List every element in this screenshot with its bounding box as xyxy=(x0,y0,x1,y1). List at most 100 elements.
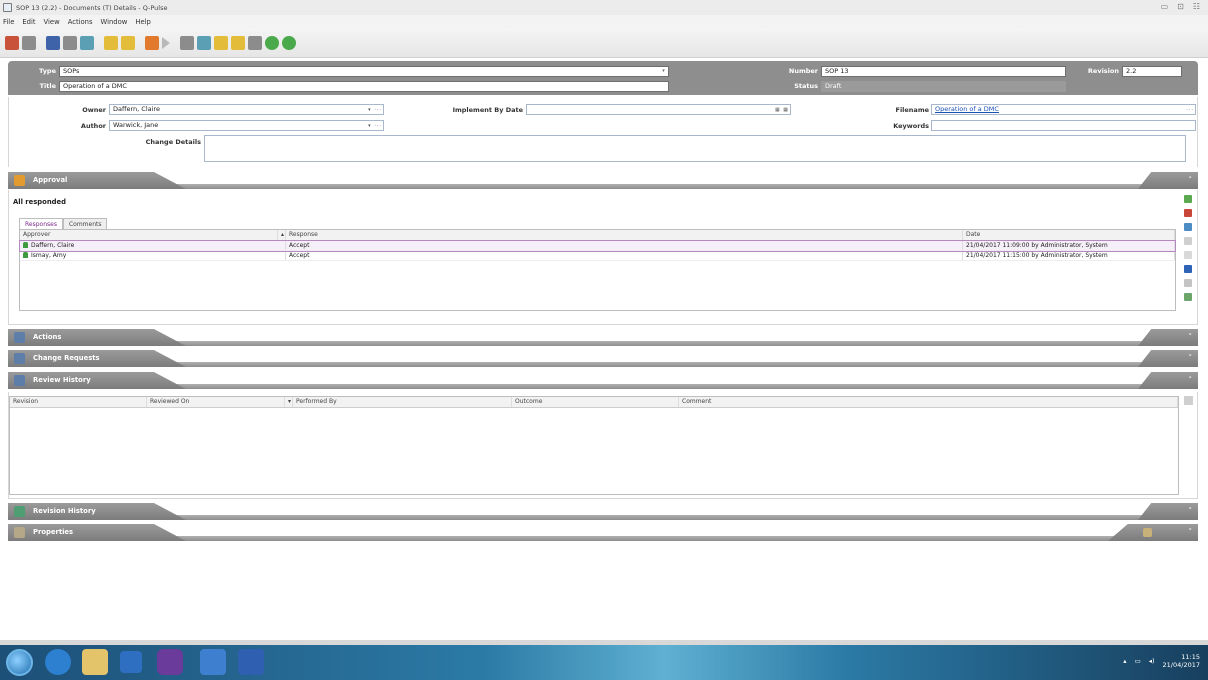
filename-link[interactable]: Operation of a DMC xyxy=(935,105,999,113)
column-revision[interactable]: Revision xyxy=(10,397,147,407)
system-tray: ▴ ▭ ◂) 11:15 21/04/2017 xyxy=(1123,653,1200,669)
menu-file[interactable]: File xyxy=(3,18,14,26)
lookup-icon[interactable]: ▾ ··· xyxy=(368,122,382,131)
section-approval[interactable]: Approval ˄ xyxy=(8,172,1198,189)
internet-explorer-icon[interactable] xyxy=(45,649,71,675)
clock[interactable]: 11:15 21/04/2017 xyxy=(1163,653,1200,669)
menu-actions[interactable]: Actions xyxy=(68,18,93,26)
number-field[interactable]: SOP 13 xyxy=(821,66,1066,77)
add-review-icon[interactable] xyxy=(1184,396,1193,405)
author-label: Author xyxy=(80,122,106,130)
column-performed-by[interactable]: Performed By xyxy=(293,397,512,407)
play-icon[interactable] xyxy=(162,36,170,49)
outlook-icon[interactable] xyxy=(200,649,226,675)
menu-help[interactable]: Help xyxy=(135,18,151,26)
menu-view[interactable]: View xyxy=(44,18,60,26)
preview-icon[interactable] xyxy=(80,35,94,50)
section-revision-history[interactable]: Revision History ˅ xyxy=(8,503,1198,520)
column-reviewed-on[interactable]: Reviewed On xyxy=(147,397,285,407)
save-icon[interactable] xyxy=(46,35,60,50)
restore-button[interactable]: ⊡ xyxy=(1177,2,1184,11)
implement-by-date-field[interactable]: ▦ ▦ xyxy=(526,104,791,115)
tag-icon[interactable] xyxy=(248,35,262,50)
toolbar xyxy=(0,28,1208,58)
user-icon xyxy=(23,242,28,248)
section-title-review-history: Review History xyxy=(33,376,91,384)
minimize-button[interactable]: ▭ xyxy=(1161,2,1169,11)
filename-field[interactable]: Operation of a DMC ··· xyxy=(931,104,1196,115)
chevron-down-icon[interactable]: ˅ xyxy=(1189,528,1193,536)
owner-value: Daffern, Claire xyxy=(113,105,160,113)
revision-field[interactable]: 2.2 xyxy=(1122,66,1182,77)
chevron-down-icon[interactable]: ˅ xyxy=(1189,507,1193,515)
file-explorer-icon[interactable] xyxy=(82,649,108,675)
column-approver[interactable]: Approver xyxy=(20,230,278,240)
network-icon[interactable]: ▭ xyxy=(1135,657,1141,665)
review-history-panel: Revision Reviewed On ▾ Performed By Outc… xyxy=(8,392,1198,499)
export-icon[interactable] xyxy=(121,35,135,50)
window-titlebar: SOP 13 (2.2) - Documents (T) Details - Q… xyxy=(0,0,1208,15)
note-icon[interactable] xyxy=(231,35,245,50)
section-bar xyxy=(8,384,1198,389)
doc-icon[interactable] xyxy=(1184,251,1192,259)
tray-arrow-icon[interactable]: ▴ xyxy=(1123,657,1126,665)
copy-icon[interactable] xyxy=(1184,279,1192,287)
remove-approver-icon[interactable] xyxy=(1184,209,1192,217)
sign-icon[interactable] xyxy=(1184,265,1192,273)
chevron-down-icon[interactable]: ▾ xyxy=(660,68,667,75)
author-select[interactable]: Warwick, Jane ▾ ··· xyxy=(109,120,384,131)
start-button[interactable] xyxy=(6,649,33,676)
user-icon[interactable] xyxy=(145,35,159,50)
excel-icon[interactable] xyxy=(1184,293,1192,301)
section-tab-right xyxy=(1108,524,1198,541)
section-title-approval: Approval xyxy=(33,176,68,184)
menu-window[interactable]: Window xyxy=(101,18,128,26)
column-comment[interactable]: Comment xyxy=(679,397,1178,407)
detail-form: Owner Daffern, Claire ▾ ··· Author Warwi… xyxy=(8,97,1198,167)
number-label: Number xyxy=(788,67,818,75)
column-response[interactable]: Response xyxy=(286,230,963,240)
table-row[interactable]: Ismay, Amy Accept 21/04/2017 11:15:00 by… xyxy=(20,251,1175,261)
title-field[interactable]: Operation of a DMC xyxy=(59,81,669,92)
table-row[interactable]: Daffern, Claire Accept 21/04/2017 11:09:… xyxy=(19,240,1176,252)
lookup-icon[interactable]: ▾ ··· xyxy=(368,106,382,115)
forward-icon[interactable] xyxy=(282,35,296,50)
column-date[interactable]: Date xyxy=(963,230,1175,240)
toolbar-separator xyxy=(97,36,101,50)
word-icon[interactable] xyxy=(238,649,264,675)
edit-approver-icon[interactable] xyxy=(1184,223,1192,231)
back-icon[interactable] xyxy=(265,35,279,50)
folder-icon[interactable] xyxy=(214,35,228,50)
add-approver-icon[interactable] xyxy=(1184,195,1192,203)
column-outcome[interactable]: Outcome xyxy=(512,397,679,407)
doc-icon[interactable] xyxy=(104,35,118,50)
menu-bar: File Edit View Actions Window Help xyxy=(0,15,1208,28)
owner-select[interactable]: Daffern, Claire ▾ ··· xyxy=(109,104,384,115)
keywords-field[interactable] xyxy=(931,120,1196,131)
approval-panel: All responded Responses Comments Approve… xyxy=(8,190,1198,325)
section-change-requests[interactable]: Change Requests ˅ xyxy=(8,350,1198,367)
media-player-icon[interactable] xyxy=(120,651,142,673)
section-properties[interactable]: Properties ˅ xyxy=(8,524,1198,541)
play-icon[interactable] xyxy=(1184,237,1192,245)
chevron-down-icon[interactable]: ˅ xyxy=(1189,333,1193,341)
list-icon[interactable] xyxy=(197,35,211,50)
volume-icon[interactable]: ◂) xyxy=(1149,657,1155,665)
chevron-up-icon[interactable]: ˄ xyxy=(1189,176,1193,184)
chevron-up-icon[interactable]: ˄ xyxy=(1189,376,1193,384)
grid-icon[interactable] xyxy=(22,35,36,50)
menu-edit[interactable]: Edit xyxy=(22,18,35,26)
close-button[interactable]: ☷ xyxy=(1193,2,1200,11)
browse-icon[interactable]: ··· xyxy=(1186,106,1194,115)
section-review-history[interactable]: Review History ˄ xyxy=(8,372,1198,389)
change-details-field[interactable] xyxy=(204,135,1186,162)
calendar-icon[interactable]: ▦ ▦ xyxy=(775,106,789,115)
type-select[interactable]: SOPs ▾ xyxy=(59,66,669,77)
chevron-down-icon[interactable]: ˅ xyxy=(1189,354,1193,362)
assign-icon[interactable] xyxy=(180,35,194,50)
edit-properties-icon[interactable] xyxy=(1143,528,1152,537)
new-icon[interactable] xyxy=(5,35,19,50)
print-icon[interactable] xyxy=(63,35,77,50)
section-actions[interactable]: Actions ˅ xyxy=(8,329,1198,346)
q-pulse-icon[interactable] xyxy=(157,649,183,675)
